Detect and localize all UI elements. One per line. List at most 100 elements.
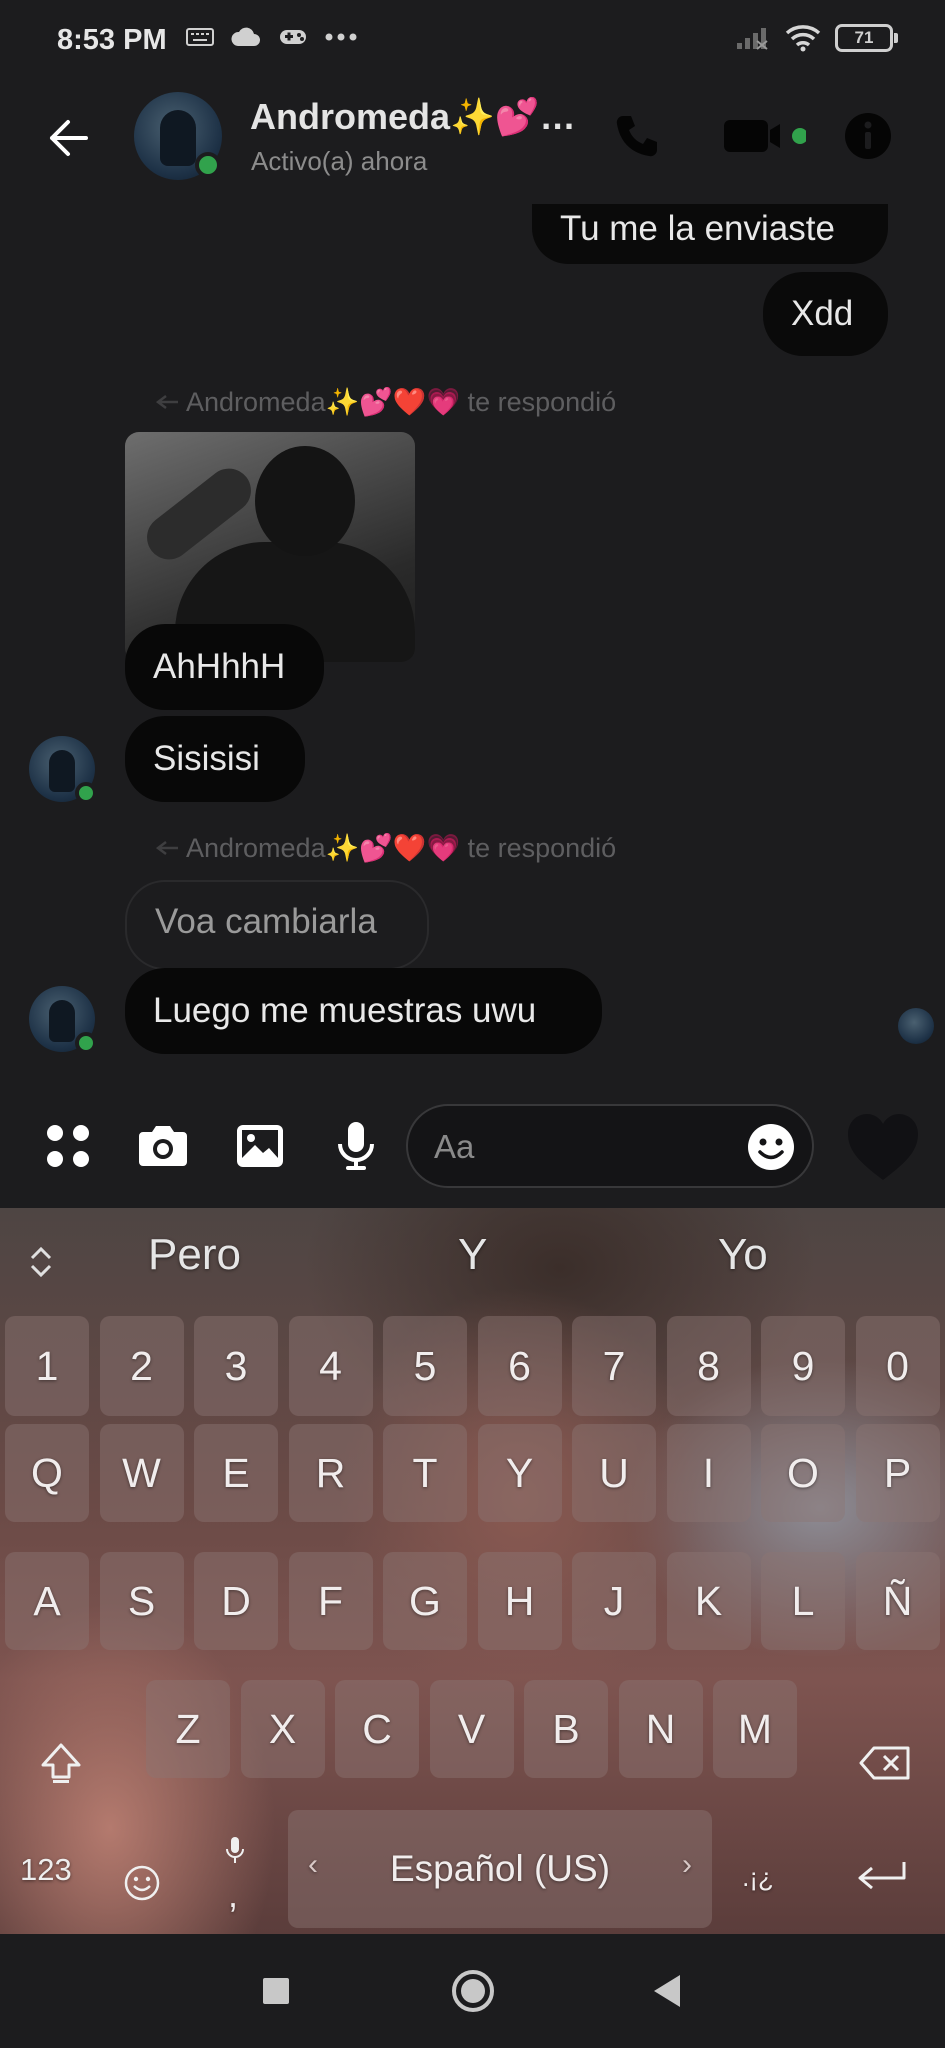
triangle-back-icon	[654, 1975, 680, 2007]
game-controller-icon	[280, 30, 306, 44]
system-navigation-bar	[0, 1934, 945, 2048]
online-indicator	[195, 152, 221, 178]
four-dots-icon	[47, 1125, 89, 1167]
key-row3-4[interactable]: B	[524, 1680, 608, 1778]
key-row1-9[interactable]: P	[855, 1424, 940, 1522]
space-bar-label: Español (US)	[389, 1848, 611, 1889]
key-row1-0[interactable]: Q	[5, 1424, 89, 1522]
key-row2-8[interactable]: L	[761, 1552, 845, 1650]
key-row2-6[interactable]: J	[572, 1552, 656, 1650]
reply-indicator: Andromeda✨💕❤️💗 te respondió	[156, 386, 616, 418]
message-input-container[interactable]	[406, 1104, 814, 1188]
incoming-message[interactable]: Luego me muestras uwu	[125, 968, 602, 1054]
recents-button[interactable]	[249, 1964, 303, 2018]
key-number-row-7[interactable]: 8	[666, 1316, 751, 1416]
image-icon	[237, 1125, 283, 1167]
camera-button[interactable]	[131, 1114, 195, 1178]
heart-icon[interactable]	[842, 1106, 924, 1188]
home-button[interactable]	[446, 1964, 500, 2018]
key-number-row-9[interactable]: 0	[855, 1316, 940, 1416]
reply-arrow-icon	[156, 395, 178, 409]
emoji-icon	[124, 1865, 160, 1901]
key-number-row-3[interactable]: 4	[288, 1316, 373, 1416]
key-row2-5[interactable]: H	[477, 1552, 562, 1650]
voice-message-button[interactable]	[324, 1114, 388, 1178]
key-number-row-1[interactable]: 2	[99, 1316, 184, 1416]
suggestion-word[interactable]: Pero	[148, 1230, 241, 1280]
key-row2-0[interactable]: A	[5, 1552, 89, 1650]
key-number-row-6[interactable]: 7	[572, 1316, 656, 1416]
key-row1-1[interactable]: W	[99, 1424, 184, 1522]
smiley-icon[interactable]	[746, 1122, 796, 1172]
emoji-key[interactable]	[100, 1834, 184, 1932]
comma-key[interactable]: ,	[198, 1828, 272, 1926]
circle-icon	[452, 1970, 494, 2012]
message-thread[interactable]: Tu me la enviaste Xdd Andromeda✨💕❤️💗 te …	[0, 204, 945, 1084]
contact-name[interactable]: Andromeda✨💕…	[250, 96, 576, 138]
incoming-message[interactable]: Sisisisi	[125, 716, 305, 802]
audio-call-button[interactable]	[609, 108, 665, 164]
key-row1-3[interactable]: R	[288, 1424, 373, 1522]
key-row3-2[interactable]: C	[335, 1680, 419, 1778]
keyboard-icon	[186, 28, 214, 46]
arrow-left-icon	[50, 120, 88, 156]
key-row3-3[interactable]: V	[429, 1680, 514, 1778]
key-row3-5[interactable]: N	[618, 1680, 703, 1778]
key-number-row-2[interactable]: 3	[194, 1316, 278, 1416]
gallery-button[interactable]	[228, 1114, 292, 1178]
shift-key[interactable]	[18, 1714, 104, 1812]
reply-indicator: Andromeda✨💕❤️💗 te respondió	[156, 832, 616, 864]
key-row2-1[interactable]: S	[99, 1552, 184, 1650]
battery-indicator: 71	[835, 24, 898, 52]
key-row2-7[interactable]: K	[666, 1552, 751, 1650]
key-row2-9[interactable]: Ñ	[855, 1552, 940, 1650]
key-row1-6[interactable]: U	[572, 1424, 656, 1522]
square-icon	[263, 1978, 289, 2004]
key-row3-1[interactable]: X	[240, 1680, 325, 1778]
key-row3-0[interactable]: Z	[146, 1680, 230, 1778]
quoted-message[interactable]: Voa cambiarla	[125, 880, 429, 970]
seen-receipt-avatar	[898, 1008, 934, 1044]
suggestion-word[interactable]: Yo	[718, 1230, 768, 1280]
back-nav-button[interactable]	[640, 1964, 694, 2018]
video-call-button[interactable]	[722, 108, 806, 164]
enter-key[interactable]	[830, 1828, 934, 1926]
suggestion-word[interactable]: Y	[458, 1230, 487, 1280]
conversation-info-button[interactable]	[840, 108, 896, 164]
key-number-row-5[interactable]: 6	[477, 1316, 562, 1416]
punctuation-label: .¡¿	[742, 1861, 774, 1892]
video-camera-icon	[724, 120, 806, 152]
key-row2-4[interactable]: G	[383, 1552, 467, 1650]
space-bar[interactable]: ‹ Español (US) ›	[288, 1810, 712, 1928]
key-row1-8[interactable]: O	[761, 1424, 845, 1522]
outgoing-message[interactable]: Xdd	[763, 272, 888, 356]
messenger-screen: 8:53 PM 71 Andromeda✨💕… Activo(a) ahora	[0, 0, 945, 2048]
incoming-message[interactable]: AhHhhH	[125, 624, 324, 710]
key-row1-5[interactable]: Y	[477, 1424, 562, 1522]
punctuation-key[interactable]: .¡¿	[716, 1828, 800, 1926]
back-button[interactable]	[40, 110, 96, 166]
outgoing-message[interactable]: Tu me la enviaste	[532, 204, 888, 264]
contact-status: Activo(a) ahora	[251, 146, 428, 176]
status-notification-icons	[186, 26, 358, 48]
shift-icon	[41, 1743, 81, 1783]
status-bar: 8:53 PM 71	[0, 0, 945, 84]
expand-collapse-icon[interactable]	[26, 1242, 56, 1282]
key-row1-7[interactable]: I	[666, 1424, 751, 1522]
key-number-row-8[interactable]: 9	[761, 1316, 845, 1416]
enter-icon	[858, 1862, 906, 1890]
key-row1-2[interactable]: E	[194, 1424, 278, 1522]
mode-123-key[interactable]: 123	[20, 1852, 72, 1888]
key-row2-3[interactable]: F	[288, 1552, 373, 1650]
more-actions-button[interactable]	[36, 1114, 100, 1178]
backspace-key[interactable]	[842, 1714, 928, 1812]
key-row1-4[interactable]: T	[383, 1424, 467, 1522]
key-number-row-4[interactable]: 5	[383, 1316, 467, 1416]
chevron-right-icon: ›	[682, 1848, 692, 1881]
cloud-icon	[231, 27, 260, 46]
key-number-row-0[interactable]: 1	[5, 1316, 89, 1416]
status-time: 8:53 PM	[57, 24, 167, 56]
key-row2-2[interactable]: D	[194, 1552, 278, 1650]
key-row3-6[interactable]: M	[713, 1680, 797, 1778]
message-input[interactable]	[434, 1120, 734, 1174]
